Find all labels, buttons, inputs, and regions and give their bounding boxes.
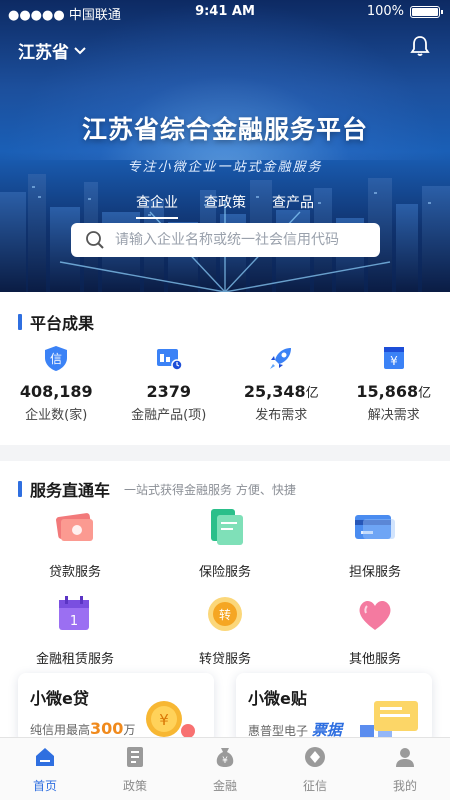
- services-title: 服务直通车: [30, 481, 111, 500]
- battery-percent: 100%: [366, 4, 404, 19]
- yuan-box-icon: ¥: [383, 347, 404, 369]
- bottom-nav: 首页 政策 ¥ 金融 征信 我的: [0, 737, 450, 800]
- svg-text:信: 信: [50, 352, 62, 366]
- service-leasing[interactable]: 1 金融租赁服务: [0, 592, 150, 667]
- tab-enterprise[interactable]: 查企业: [136, 192, 178, 219]
- svg-text:¥: ¥: [159, 711, 169, 729]
- stat-published-demand: 25,348亿 发布需求: [225, 344, 338, 423]
- stat-value: 2379: [146, 382, 192, 401]
- card-title: 小微e贴: [248, 689, 307, 708]
- insurance-doc-icon: [211, 509, 243, 545]
- svg-text:转: 转: [219, 607, 231, 622]
- service-label: 担保服务: [348, 565, 401, 580]
- product-cards: 小微e贷 纯信用最高300万 ¥ 小微e贴 惠普型电子 票据: [18, 673, 432, 743]
- section-accent-bar: [18, 481, 22, 497]
- user-icon: [396, 748, 414, 767]
- nav-label: 政策: [122, 779, 147, 793]
- money-bag-icon: ¥: [216, 748, 234, 767]
- bank-card-icon: [355, 515, 395, 539]
- stat-value: 15,868: [356, 382, 419, 401]
- nav-policy[interactable]: 政策: [90, 738, 180, 800]
- service-other[interactable]: 其他服务: [300, 592, 450, 667]
- stats-row: 信 408,189 企业数(家) 2379 金融产品(项) 25,348亿 发布…: [0, 344, 450, 423]
- stat-resolved-demand: ¥ 15,868亿 解决需求: [338, 344, 450, 423]
- region-label: 江苏省: [18, 43, 69, 63]
- product-card-e-loan[interactable]: 小微e贷 纯信用最高300万 ¥: [18, 673, 214, 743]
- home-icon: [36, 748, 54, 766]
- page-title: 江苏省综合金融服务平台: [81, 115, 368, 144]
- service-label: 金融租赁服务: [35, 652, 114, 667]
- stat-products: 2379 金融产品(项): [113, 344, 226, 423]
- heart-icon: [359, 600, 391, 630]
- service-loan[interactable]: 贷款服务: [0, 505, 150, 580]
- rocket-icon: [270, 348, 292, 369]
- svg-text:¥: ¥: [222, 756, 228, 766]
- calendar-icon: 1: [59, 596, 89, 630]
- stat-label: 金融产品(项): [131, 408, 207, 423]
- battery-icon: [410, 6, 443, 18]
- service-label: 转贷服务: [198, 652, 251, 667]
- bell-icon[interactable]: [408, 34, 432, 58]
- cash-icon: [56, 513, 93, 541]
- achievements-section: 平台成果 信 408,189 企业数(家) 2379 金融产品(项) 25,34…: [0, 292, 450, 445]
- svg-text:¥: ¥: [390, 354, 398, 368]
- stat-label: 发布需求: [255, 408, 308, 423]
- service-guarantee[interactable]: 担保服务: [300, 505, 450, 580]
- tab-policy[interactable]: 查政策: [204, 192, 246, 219]
- coin-illustration-icon: ¥: [146, 701, 195, 738]
- status-bar: ●●●●● 中国联通 9:41 AM 100%: [0, 0, 450, 24]
- search-icon: [86, 231, 104, 249]
- credit-shield-icon: 信: [45, 346, 68, 371]
- nav-mine[interactable]: 我的: [360, 738, 450, 800]
- bill-illustration-icon: [360, 701, 418, 743]
- service-label: 其他服务: [348, 652, 401, 667]
- section-accent-bar: [18, 314, 22, 330]
- region-selector[interactable]: 江苏省: [18, 38, 87, 63]
- product-card-e-discount[interactable]: 小微e贴 惠普型电子 票据: [236, 673, 432, 743]
- services-header: 服务直通车 一站式获得金融服务 方便、快捷: [18, 477, 296, 501]
- service-transfer[interactable]: 转 转贷服务: [150, 592, 300, 667]
- page-subtitle: 专注小微企业一站式金融服务: [127, 160, 323, 175]
- stat-value: 25,348: [243, 382, 306, 401]
- chevron-down-icon: [74, 46, 86, 54]
- stat-unit: 亿: [305, 386, 319, 401]
- credit-icon: [305, 747, 325, 767]
- service-label: 贷款服务: [48, 565, 101, 580]
- nav-label: 首页: [32, 779, 57, 793]
- service-insurance[interactable]: 保险服务: [150, 505, 300, 580]
- search-input[interactable]: [115, 232, 380, 248]
- svg-text:1: 1: [70, 614, 78, 629]
- stat-unit: 亿: [418, 386, 432, 401]
- search-box: [71, 223, 380, 257]
- nav-label: 我的: [392, 779, 417, 793]
- policy-doc-icon: [127, 747, 143, 767]
- nav-home[interactable]: 首页: [0, 738, 90, 800]
- card-title: 小微e贷: [30, 689, 89, 708]
- search-tabs: 查企业 查政策 查产品: [0, 192, 450, 219]
- nav-finance[interactable]: ¥ 金融: [180, 738, 270, 800]
- tab-product[interactable]: 查产品: [272, 192, 314, 219]
- product-card-icon: [156, 349, 183, 371]
- service-label: 保险服务: [198, 565, 251, 580]
- stat-value: 408,189: [19, 382, 93, 401]
- services-desc: 一站式获得金融服务 方便、快捷: [124, 482, 296, 497]
- stat-enterprises: 信 408,189 企业数(家): [0, 344, 113, 423]
- services-grid: 贷款服务 保险服务 担保服务 1 金融租赁服务 转 转贷服务 其他服务: [0, 505, 450, 667]
- stat-label: 企业数(家): [25, 408, 88, 423]
- achievements-title: 平台成果: [30, 314, 95, 333]
- stat-label: 解决需求: [367, 408, 420, 423]
- achievements-header: 平台成果: [18, 310, 94, 334]
- nav-credit[interactable]: 征信: [270, 738, 360, 800]
- services-section: 服务直通车 一站式获得金融服务 方便、快捷 贷款服务 保险服务 担保服务 1 金…: [0, 461, 450, 743]
- nav-label: 征信: [302, 779, 327, 793]
- card-subtitle: 纯信用最高300万: [30, 719, 136, 738]
- transfer-coin-icon: 转: [208, 597, 242, 631]
- nav-label: 金融: [212, 779, 237, 793]
